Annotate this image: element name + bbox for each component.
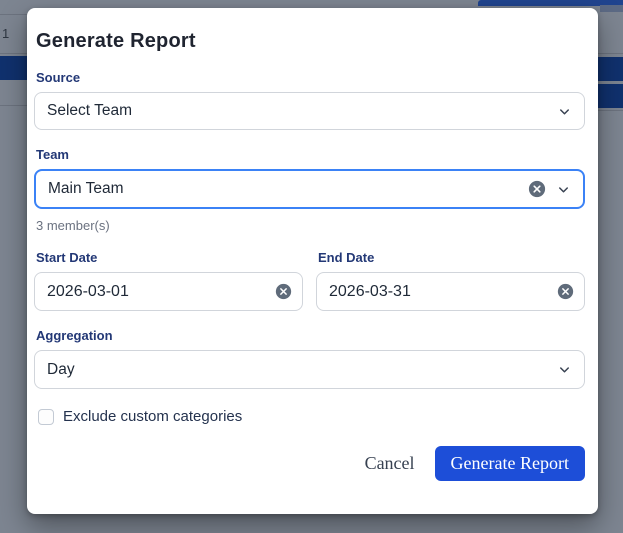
aggregation-select[interactable]: Day [34, 350, 585, 389]
background-divider [598, 53, 623, 54]
chevron-down-icon [556, 182, 571, 197]
background-navy-row [598, 57, 623, 81]
team-member-count: 3 member(s) [36, 218, 110, 233]
end-date-label: End Date [318, 250, 375, 265]
end-date-input[interactable] [316, 272, 585, 311]
team-label: Team [36, 147, 69, 162]
date-range-row: Start Date End Date [34, 233, 585, 311]
team-select[interactable]: Main Team [34, 169, 585, 209]
generate-report-button[interactable]: Generate Report [434, 446, 585, 481]
start-date-input[interactable] [34, 272, 303, 311]
team-select-value: Main Team [48, 180, 124, 197]
background-navy-row [598, 84, 623, 108]
aggregation-label: Aggregation [36, 328, 113, 343]
background-divider [0, 105, 27, 106]
source-label: Source [36, 70, 81, 85]
aggregation-select-value: Day [47, 360, 75, 378]
generate-report-dialog: Generate Report Source Select Team Team … [27, 8, 598, 514]
dialog-title: Generate Report [36, 30, 196, 52]
exclude-custom-categories-checkbox[interactable] [38, 408, 54, 425]
background-divider [598, 110, 623, 111]
start-date-clear-icon[interactable] [275, 283, 292, 300]
end-date-column: End Date [316, 233, 585, 311]
background-divider [0, 14, 27, 15]
start-date-column: Start Date [34, 233, 303, 311]
background-top-corner [600, 5, 623, 12]
exclude-custom-categories-row: Exclude custom categories [38, 408, 585, 425]
chevron-down-icon [557, 362, 572, 377]
dialog-actions: Cancel Generate Report [34, 446, 585, 481]
exclude-custom-categories-label[interactable]: Exclude custom categories [63, 408, 242, 425]
cancel-button[interactable]: Cancel [355, 447, 425, 480]
background-page-number: 1 [2, 26, 10, 41]
team-clear-icon[interactable] [528, 180, 546, 198]
background-divider [0, 53, 27, 54]
background-navy-row [0, 56, 27, 80]
source-select[interactable]: Select Team [34, 92, 585, 130]
start-date-label: Start Date [36, 250, 98, 265]
end-date-clear-icon[interactable] [557, 283, 574, 300]
chevron-down-icon [557, 104, 572, 119]
source-select-value: Select Team [47, 102, 133, 119]
